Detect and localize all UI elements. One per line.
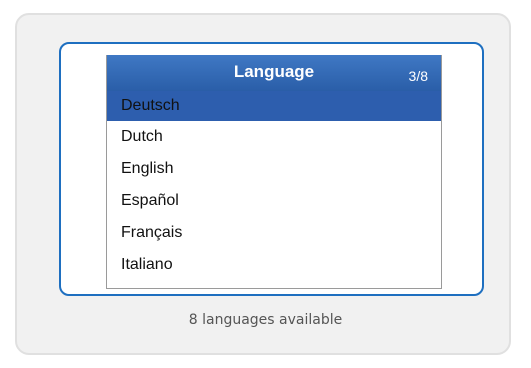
language-list: Deutsch Dutch English Español Français I… [107,91,441,281]
menu-title-bar: Language 3/8 [107,55,441,91]
page-counter: 3/8 [408,68,428,84]
language-item-dutch[interactable]: Dutch [107,121,441,153]
language-item-espanol[interactable]: Español [107,185,441,217]
caption-text: 8 languages available [188,312,343,328]
language-item-deutsch[interactable]: Deutsch [107,91,441,121]
language-item-italiano[interactable]: Italiano [107,249,441,281]
menu-title: Language [233,62,315,81]
language-item-francais[interactable]: Français [107,217,441,249]
language-item-english[interactable]: English [107,153,441,185]
device-screen: Language 3/8 Deutsch Dutch English Españ… [106,55,442,289]
